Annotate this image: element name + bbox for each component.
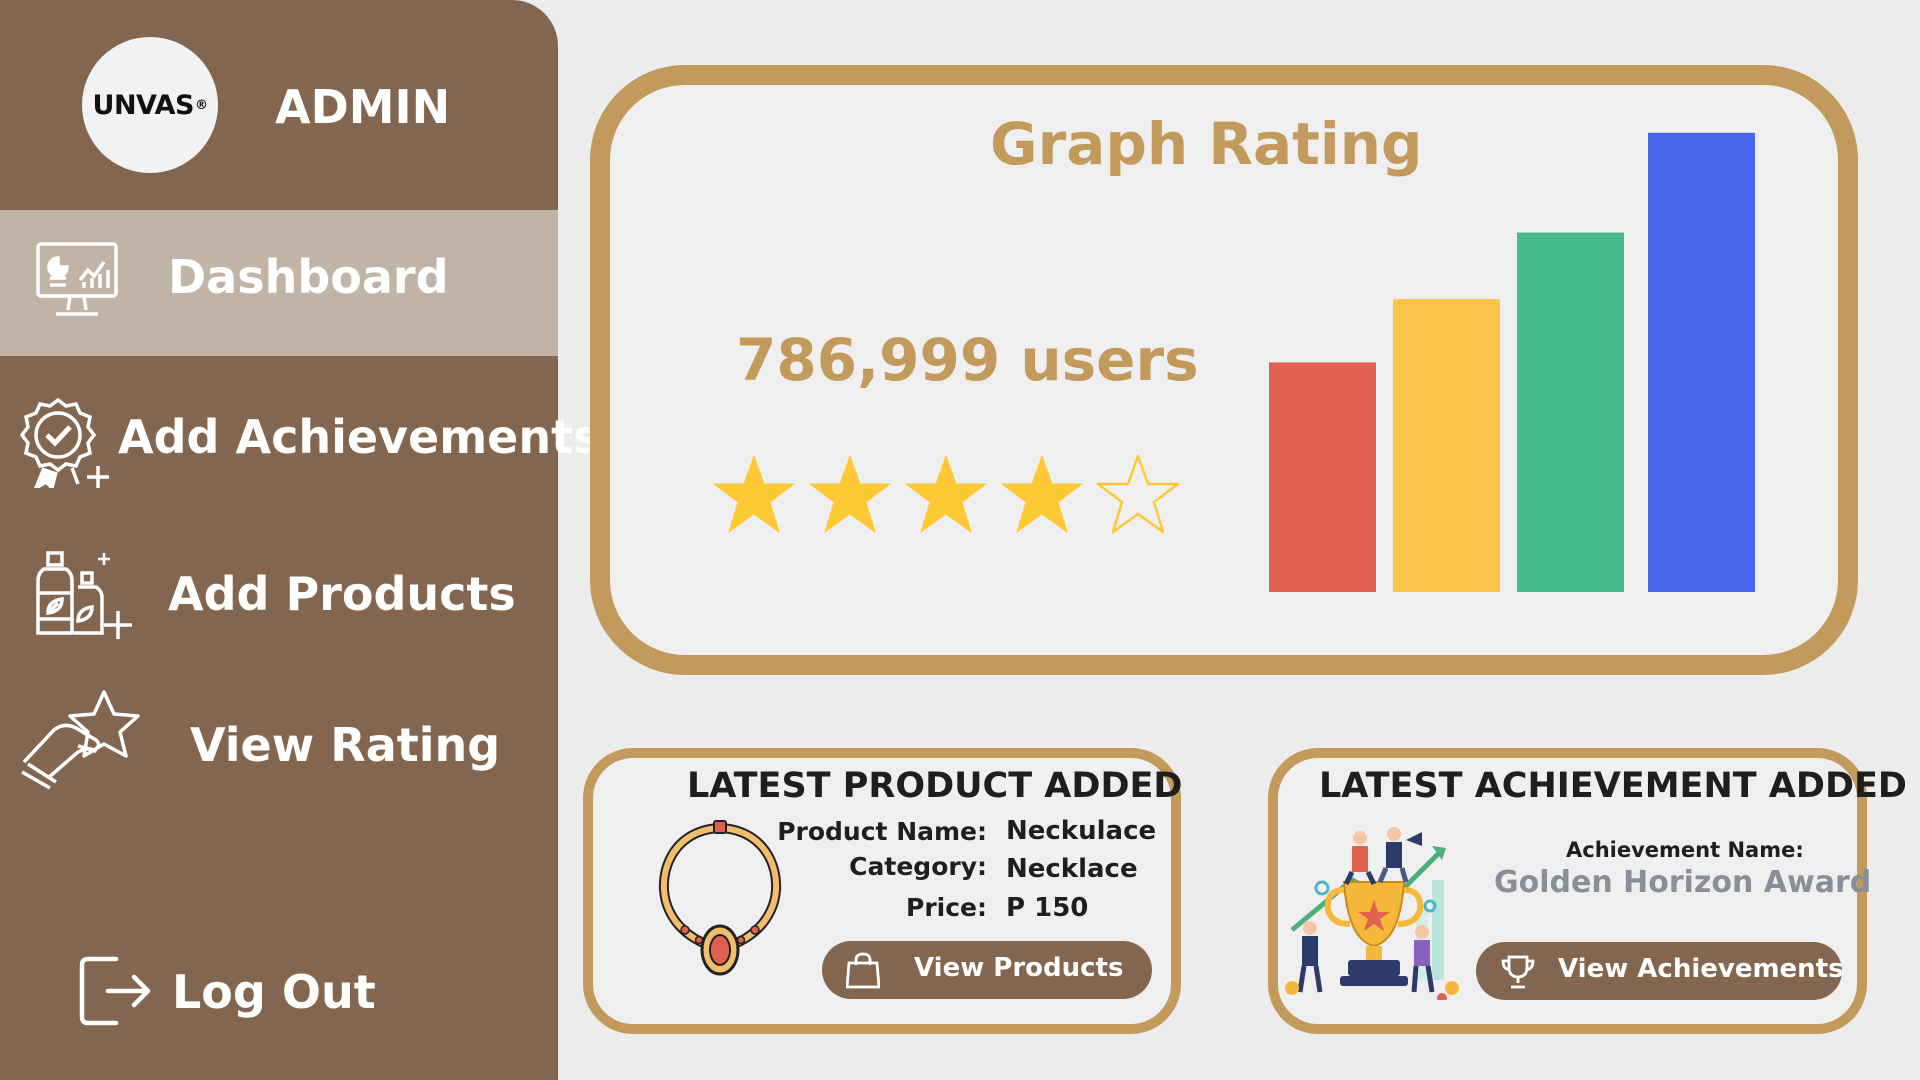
brand-header: UNVAS ® ADMIN — [0, 0, 558, 210]
trophy-icon — [1500, 954, 1536, 997]
sidebar-item-label: View Rating — [190, 718, 501, 772]
product-name-label: Product Name: — [777, 817, 987, 846]
star-filled-icon — [809, 455, 891, 533]
star-filled-icon — [1001, 455, 1083, 533]
category-label: Category: — [849, 852, 987, 881]
necklace-illustration — [658, 820, 782, 976]
price-label: Price: — [906, 893, 987, 922]
chart-bar — [1269, 362, 1376, 592]
achievement-name-label: Achievement Name: — [1566, 838, 1804, 862]
award-badge-plus-icon — [19, 396, 112, 493]
view-products-button[interactable]: View Products — [822, 941, 1152, 999]
logout-icon — [78, 953, 154, 1033]
latest-product-title: LATEST PRODUCT ADDED — [687, 766, 1183, 806]
price-value: P 150 — [1006, 893, 1089, 923]
sidebar-item-label: Add Achievements — [118, 410, 601, 464]
view-products-label: View Products — [914, 953, 1124, 983]
chart-bar — [1393, 299, 1500, 592]
sidebar-item-label: Dashboard — [168, 250, 449, 304]
chart-bar — [1517, 232, 1624, 593]
dashboard-monitor-icon — [34, 240, 120, 326]
latest-achievement-title: LATEST ACHIEVEMENT ADDED — [1319, 766, 1907, 806]
sidebar: UNVAS ® ADMIN Dashboard Add Achievements… — [0, 0, 600, 1080]
view-achievements-label: View Achievements — [1558, 954, 1844, 984]
logout-label: Log Out — [172, 965, 376, 1019]
product-name-value: Neckulace — [1006, 816, 1157, 846]
shopping-bag-icon — [845, 951, 881, 996]
sidebar-item-label: Add Products — [168, 567, 516, 621]
star-empty-icon — [1096, 454, 1180, 534]
unvas-logo: UNVAS ® — [82, 37, 218, 173]
product-bottles-plus-icon — [34, 547, 134, 643]
category-value: Necklace — [1006, 854, 1138, 884]
view-achievements-button[interactable]: View Achievements — [1476, 942, 1844, 1000]
hand-star-icon — [20, 690, 142, 794]
role-label: ADMIN — [275, 80, 451, 134]
sidebar-item-add-achievements[interactable]: Add Achievements — [0, 390, 600, 493]
logo-text: UNVAS — [92, 89, 195, 121]
trophy-team-illustration — [1285, 827, 1459, 1000]
star-filled-icon — [713, 455, 795, 533]
user-count: 786,999 users — [736, 326, 1199, 394]
chart-bar — [1648, 132, 1755, 593]
achievement-name-value: Golden Horizon Award — [1494, 865, 1872, 900]
sidebar-item-view-rating[interactable]: View Rating — [0, 690, 558, 800]
star-rating — [710, 452, 1182, 538]
logout-button[interactable]: Log Out — [0, 945, 558, 1045]
sidebar-item-dashboard[interactable]: Dashboard — [0, 210, 558, 356]
logo-registered-mark: ® — [194, 97, 208, 113]
sidebar-item-add-products[interactable]: Add Products — [0, 545, 558, 645]
rating-bar-chart — [1269, 132, 1755, 593]
star-filled-icon — [905, 455, 987, 533]
